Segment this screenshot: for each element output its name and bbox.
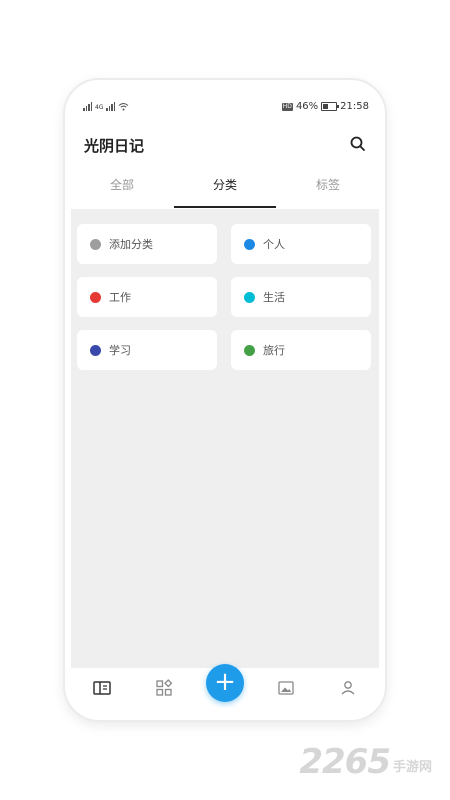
category-card-work[interactable]: 工作 (77, 277, 217, 317)
tab-tags[interactable]: 标签 (277, 167, 379, 209)
category-card-travel[interactable]: 旅行 (231, 330, 371, 370)
active-tab-indicator (174, 206, 276, 208)
status-bar: 4G HD 46% 21:58 (71, 93, 379, 121)
category-icon[interactable] (154, 678, 174, 698)
battery-percent: 46% (295, 101, 319, 112)
add-entry-button[interactable]: + (206, 664, 244, 702)
watermark-number: 2265 (299, 742, 391, 782)
category-color-dot (244, 291, 255, 303)
add-category-card[interactable]: 添加分类 (77, 224, 217, 264)
clock: 21:58 (340, 101, 369, 112)
category-label: 生活 (263, 291, 285, 304)
category-color-dot (90, 291, 101, 303)
network-type-label: 4G (95, 104, 104, 111)
app-bar: 光阴日记 (71, 121, 379, 167)
category-color-dot (244, 238, 255, 250)
hd-badge: HD (281, 102, 293, 111)
journal-icon[interactable] (92, 678, 112, 698)
watermark-text: 手游网 (392, 760, 432, 775)
app-screen: 4G HD 46% 21:58 光阴日记 全部 分类 标签 添加分类 个人 工作… (71, 93, 379, 708)
phone-frame: 4G HD 46% 21:58 光阴日记 全部 分类 标签 添加分类 个人 工作… (65, 80, 385, 720)
category-label: 添加分类 (109, 238, 153, 251)
signal-icon (83, 102, 92, 111)
battery-icon (321, 102, 340, 111)
category-label: 个人 (263, 238, 285, 251)
signal-indicators: 4G (83, 102, 129, 111)
category-color-dot (244, 344, 255, 356)
site-watermark: 2265 手游网 (299, 742, 432, 782)
category-label: 工作 (109, 291, 131, 304)
profile-icon[interactable] (338, 678, 358, 698)
signal-icon (106, 102, 116, 111)
tab-bar: 全部 分类 标签 (71, 167, 379, 209)
category-color-dot (90, 344, 101, 356)
tab-all[interactable]: 全部 (71, 167, 173, 209)
category-card-study[interactable]: 学习 (77, 330, 217, 370)
tab-categories[interactable]: 分类 (174, 167, 276, 209)
wifi-icon (119, 103, 129, 111)
category-label: 旅行 (263, 344, 285, 357)
bottom-nav: + (71, 664, 379, 708)
category-color-dot (90, 238, 101, 250)
search-icon[interactable] (349, 135, 367, 153)
app-title: 光阴日记 (84, 137, 145, 155)
image-icon[interactable] (276, 678, 296, 698)
category-label: 学习 (109, 344, 131, 357)
category-card-life[interactable]: 生活 (231, 277, 371, 317)
status-right: HD 46% 21:58 (281, 101, 369, 112)
category-card-personal[interactable]: 个人 (231, 224, 371, 264)
